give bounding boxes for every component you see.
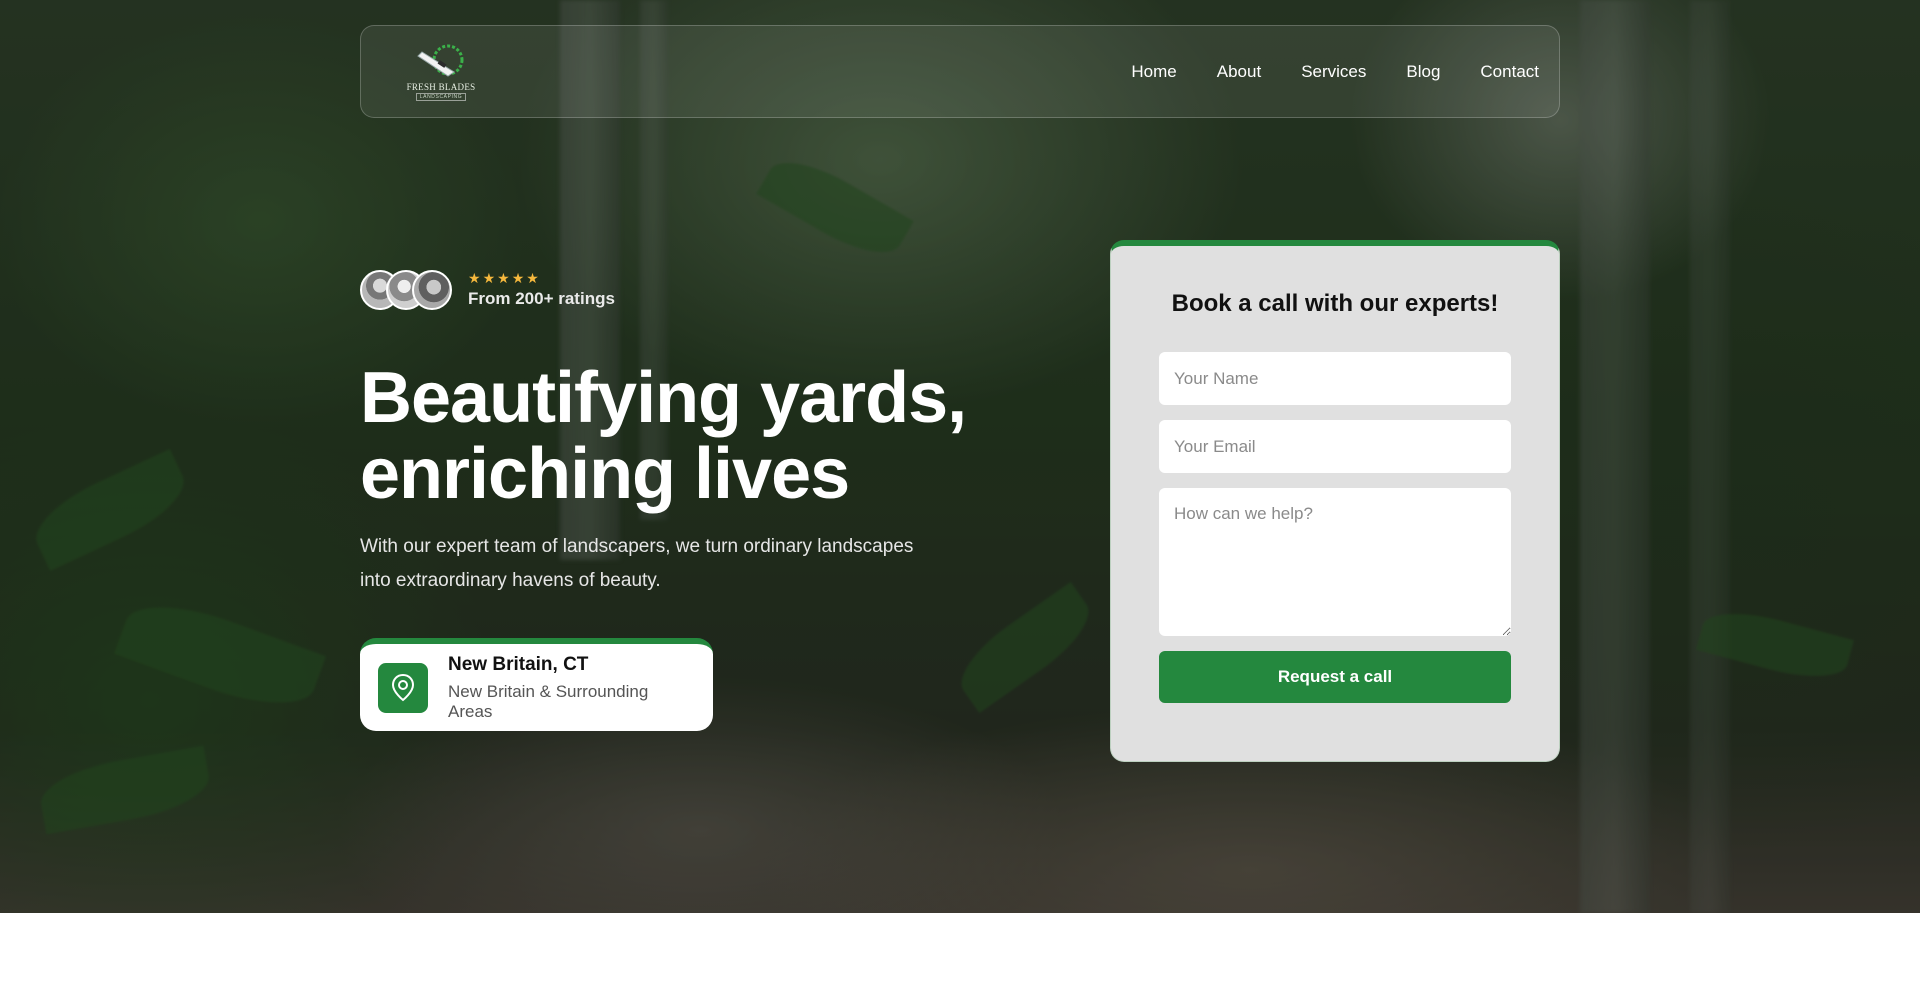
customer-avatars (360, 270, 452, 310)
form-title: Book a call with our experts! (1171, 290, 1499, 317)
message-textarea[interactable] (1159, 488, 1511, 636)
nav-link-services[interactable]: Services (1301, 58, 1366, 86)
nav-link-about[interactable]: About (1217, 58, 1261, 86)
request-call-button[interactable]: Request a call (1159, 651, 1511, 703)
navbar: FRESH BLADES LANDSCAPING Home About Serv… (360, 25, 1560, 118)
name-input[interactable] (1159, 352, 1511, 405)
avatar (412, 270, 452, 310)
headline-line: Beautifying yards, (360, 358, 967, 438)
headline-line: enriching lives (360, 434, 850, 514)
map-pin-icon (391, 673, 415, 701)
star-icon: ★ (526, 270, 539, 286)
star-icon: ★ (497, 270, 510, 286)
ratings-count: From 200+ ratings (468, 289, 615, 308)
nav-link-home[interactable]: Home (1131, 58, 1176, 86)
booking-form: Book a call with our experts! Request a … (1110, 240, 1560, 762)
mower-blade-icon (417, 44, 464, 77)
star-icon: ★ (511, 270, 525, 286)
location-subtitle: New Britain & Surrounding Areas (448, 681, 649, 721)
email-input[interactable] (1159, 420, 1511, 473)
star-icon: ★ (468, 270, 481, 286)
hero-headline: Beautifying yards, enriching lives (360, 360, 980, 512)
nav-menu: Home About Services Blog Contact (1131, 58, 1539, 86)
star-rating: ★ ★ ★ ★ ★ (468, 271, 615, 285)
nav-link-blog[interactable]: Blog (1406, 58, 1440, 86)
location-title: New Britain, CT (448, 653, 589, 675)
nav-link-contact[interactable]: Contact (1480, 58, 1539, 86)
hero-subtext: With our expert team of landscapers, we … (360, 536, 914, 591)
location-card: New Britain, CT New Britain & Surroundin… (360, 638, 713, 731)
location-icon-box (378, 662, 428, 713)
logo-name: FRESH BLADES (406, 82, 476, 92)
rating-summary: ★ ★ ★ ★ ★ From 200+ ratings (468, 271, 615, 309)
logo-tagline: LANDSCAPING (415, 93, 467, 101)
location-text: New Britain, CT New Britain & Surroundin… (448, 654, 695, 722)
ratings-block: ★ ★ ★ ★ ★ From 200+ ratings (360, 270, 615, 310)
star-icon: ★ (482, 270, 496, 286)
brand-logo[interactable]: FRESH BLADES LANDSCAPING (401, 37, 481, 107)
